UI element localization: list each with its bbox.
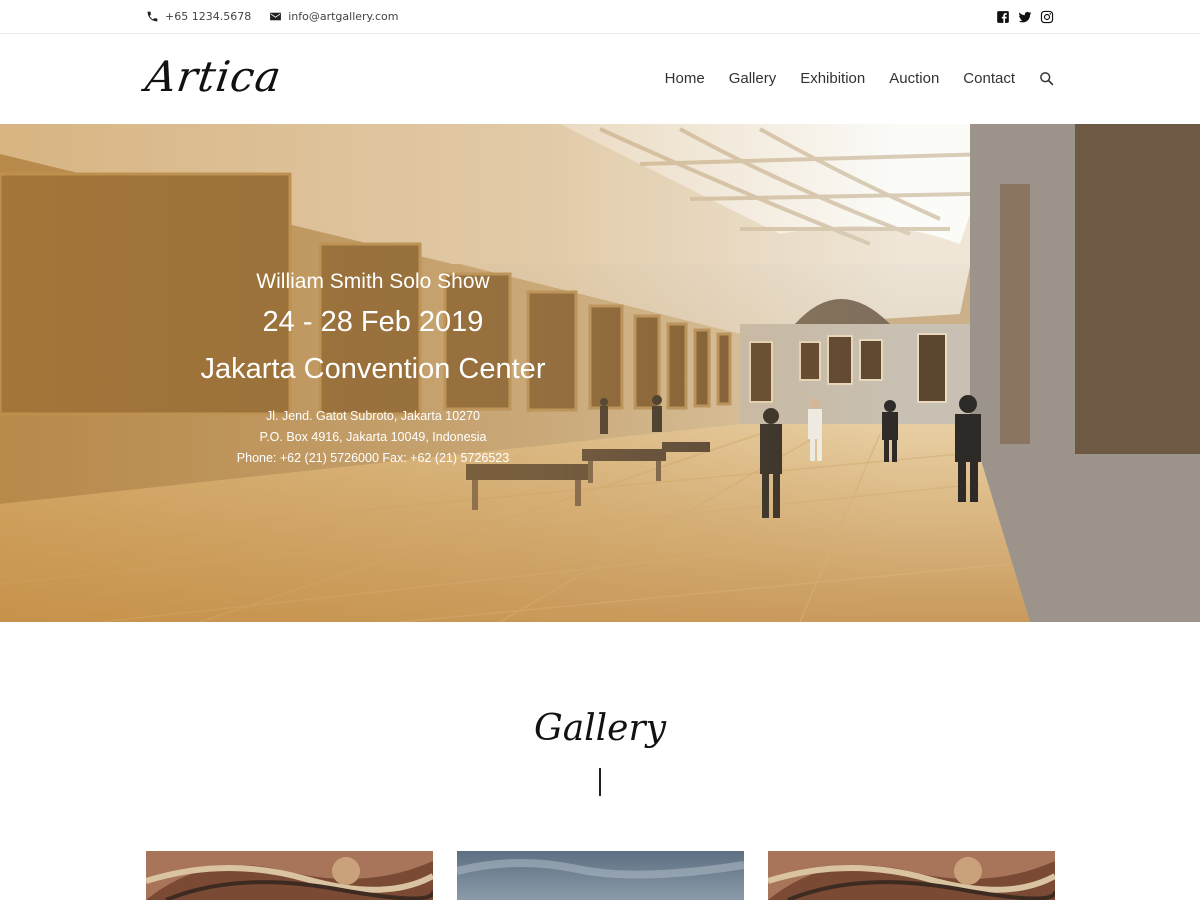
hero-banner: William Smith Solo Show 24 - 28 Feb 2019… bbox=[0, 124, 1200, 622]
top-bar: +65 1234.5678 info@artgallery.com bbox=[0, 0, 1200, 34]
nav-contact[interactable]: Contact bbox=[963, 70, 1015, 87]
contact-info: +65 1234.5678 info@artgallery.com bbox=[146, 10, 416, 23]
section-divider bbox=[599, 768, 601, 796]
instagram-icon[interactable] bbox=[1040, 10, 1054, 24]
nav-exhibition[interactable]: Exhibition bbox=[800, 70, 865, 87]
gallery-heading: Gallery bbox=[533, 708, 667, 749]
nav-home[interactable]: Home bbox=[665, 70, 705, 87]
gallery-thumbnail[interactable] bbox=[457, 851, 744, 900]
address-line-1: Jl. Jend. Gatot Subroto, Jakarta 10270 bbox=[265, 409, 481, 423]
phone-number: +65 1234.5678 bbox=[165, 10, 252, 23]
phone-icon bbox=[147, 11, 158, 22]
twitter-icon[interactable] bbox=[1018, 10, 1032, 24]
gallery-thumbnail[interactable] bbox=[146, 851, 433, 900]
nav-auction[interactable]: Auction bbox=[889, 70, 939, 87]
hero-text: William Smith Solo Show 24 - 28 Feb 2019… bbox=[148, 270, 598, 469]
main-nav: Home Gallery Exhibition Auction Contact bbox=[641, 70, 1054, 87]
site-header: Artica Home Gallery Exhibition Auction C… bbox=[0, 34, 1200, 124]
site-logo[interactable]: Artica bbox=[143, 52, 285, 101]
social-links bbox=[988, 10, 1054, 24]
gallery-thumbnails bbox=[146, 851, 1055, 900]
show-date: 24 - 28 Feb 2019 bbox=[262, 306, 484, 338]
show-venue: Jakarta Convention Center bbox=[200, 353, 546, 385]
email-address: info@artgallery.com bbox=[288, 10, 399, 23]
search-icon[interactable] bbox=[1039, 71, 1054, 86]
gallery-thumbnail[interactable] bbox=[768, 851, 1055, 900]
email-contact[interactable]: info@artgallery.com bbox=[269, 10, 398, 23]
show-title: William Smith Solo Show bbox=[256, 270, 490, 293]
phone-contact[interactable]: +65 1234.5678 bbox=[146, 10, 251, 23]
envelope-icon bbox=[270, 12, 282, 21]
address-line-2: P.O. Box 4916, Jakarta 10049, Indonesia bbox=[259, 430, 487, 444]
address-line-3: Phone: +62 (21) 5726000 Fax: +62 (21) 57… bbox=[236, 451, 510, 465]
nav-gallery[interactable]: Gallery bbox=[729, 70, 777, 87]
facebook-icon[interactable] bbox=[996, 10, 1010, 24]
